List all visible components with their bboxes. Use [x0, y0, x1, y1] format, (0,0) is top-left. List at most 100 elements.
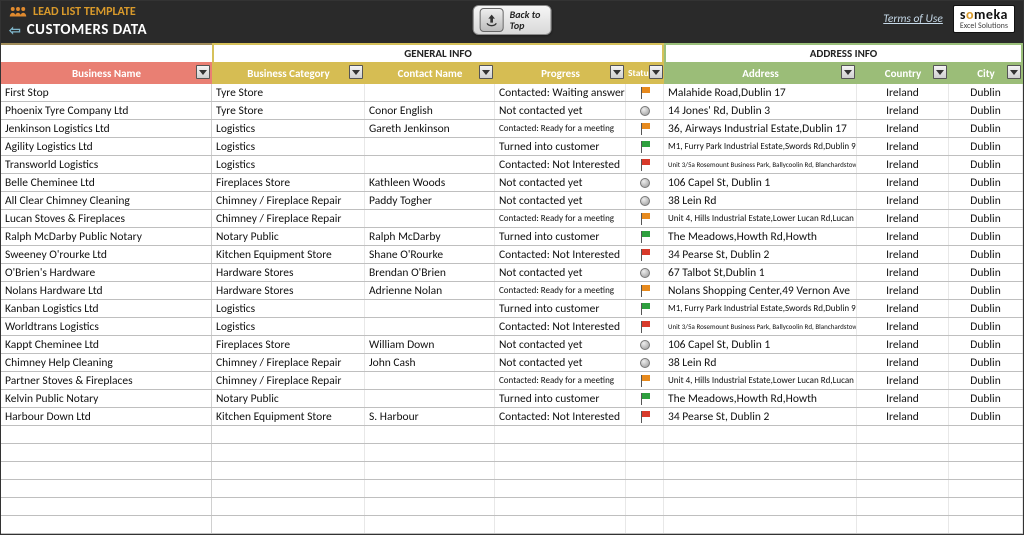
- cell-address[interactable]: M1, Furry Park Industrial Estate,Swords …: [664, 138, 857, 155]
- cell-contact[interactable]: Gareth Jenkinson: [365, 120, 495, 137]
- cell-business[interactable]: Jenkinson Logistics Ltd: [1, 120, 212, 137]
- table-row-empty[interactable]: [1, 516, 1023, 534]
- cell-country[interactable]: Ireland: [857, 246, 949, 263]
- cell-status[interactable]: [626, 138, 664, 155]
- table-row[interactable]: Worldtrans LogisticsLogistics Contacted: …: [1, 318, 1023, 336]
- cell-business[interactable]: Sweeney O'rourke Ltd: [1, 246, 212, 263]
- cell-address[interactable]: 14 Jones' Rd, Dublin 3: [664, 102, 857, 119]
- cell-business[interactable]: Harbour Down Ltd: [1, 408, 212, 425]
- cell-country[interactable]: Ireland: [857, 264, 949, 281]
- cell-business[interactable]: Worldtrans Logistics: [1, 318, 212, 335]
- cell-progress[interactable]: Contacted: Ready for a meeting: [495, 372, 626, 389]
- terms-link[interactable]: Terms of Use: [883, 12, 943, 26]
- back-arrow-icon[interactable]: ⇦: [9, 22, 21, 39]
- cell-country[interactable]: Ireland: [857, 354, 949, 371]
- table-row[interactable]: Transworld LogisticsLogisticsContacted: …: [1, 156, 1023, 174]
- cell-address[interactable]: The Meadows,Howth Rd,Howth: [664, 390, 857, 407]
- cell-contact[interactable]: [365, 210, 495, 227]
- cell-progress[interactable]: Turned into customer: [495, 228, 626, 245]
- cell-city[interactable]: Dublin: [949, 390, 1023, 407]
- cell-address[interactable]: 106 Capel St, Dublin 1: [664, 174, 857, 191]
- table-row[interactable]: All Clear Chimney CleaningChimney / Fire…: [1, 192, 1023, 210]
- cell-business[interactable]: Belle Cheminee Ltd: [1, 174, 212, 191]
- cell-country[interactable]: Ireland: [857, 210, 949, 227]
- cell-address[interactable]: 34 Pearse St, Dublin 2: [664, 408, 857, 425]
- cell-contact[interactable]: [365, 390, 495, 407]
- filter-dropdown[interactable]: [196, 65, 210, 79]
- table-row[interactable]: Chimney Help CleaningChimney / Fireplace…: [1, 354, 1023, 372]
- cell-contact[interactable]: [365, 84, 495, 101]
- cell-business[interactable]: Lucan Stoves & Fireplaces: [1, 210, 212, 227]
- cell-progress[interactable]: Contacted: Not Interested: [495, 246, 626, 263]
- cell-contact[interactable]: Shane O'Rourke: [365, 246, 495, 263]
- cell-status[interactable]: [626, 192, 664, 209]
- cell-progress[interactable]: Turned into customer: [495, 300, 626, 317]
- filter-dropdown[interactable]: [841, 65, 855, 79]
- cell-category[interactable]: Logistics: [212, 318, 365, 335]
- cell-contact[interactable]: S. Harbour: [365, 408, 495, 425]
- cell-country[interactable]: Ireland: [857, 318, 949, 335]
- cell-category[interactable]: Tyre Store: [212, 102, 365, 119]
- cell-country[interactable]: Ireland: [857, 336, 949, 353]
- cell-contact[interactable]: Conor English: [365, 102, 495, 119]
- cell-category[interactable]: Tyre Store: [212, 84, 365, 101]
- cell-country[interactable]: Ireland: [857, 192, 949, 209]
- back-to-top-button[interactable]: Back to Top: [473, 5, 552, 35]
- cell-country[interactable]: Ireland: [857, 120, 949, 137]
- cell-city[interactable]: Dublin: [949, 102, 1023, 119]
- cell-progress[interactable]: Turned into customer: [495, 138, 626, 155]
- table-row[interactable]: Kanban Logistics LtdLogisticsTurned into…: [1, 300, 1023, 318]
- cell-progress[interactable]: Not contacted yet: [495, 102, 626, 119]
- cell-business[interactable]: Phoenix Tyre Company Ltd: [1, 102, 212, 119]
- cell-status[interactable]: [626, 120, 664, 137]
- cell-address[interactable]: M1, Furry Park Industrial Estate,Swords …: [664, 300, 857, 317]
- cell-progress[interactable]: Not contacted yet: [495, 174, 626, 191]
- cell-contact[interactable]: William Down: [365, 336, 495, 353]
- cell-progress[interactable]: Not contacted yet: [495, 336, 626, 353]
- cell-status[interactable]: [626, 300, 664, 317]
- cell-address[interactable]: Unit 4, Hills Industrial Estate,Lower Lu…: [664, 372, 857, 389]
- cell-country[interactable]: Ireland: [857, 84, 949, 101]
- cell-progress[interactable]: Contacted: Ready for a meeting: [495, 210, 626, 227]
- cell-business[interactable]: Partner Stoves & Fireplaces: [1, 372, 212, 389]
- cell-business[interactable]: Kappt Cheminee Ltd: [1, 336, 212, 353]
- table-row-empty[interactable]: [1, 462, 1023, 480]
- table-row[interactable]: Agility Logistics LtdLogisticsTurned int…: [1, 138, 1023, 156]
- cell-contact[interactable]: [365, 156, 495, 173]
- cell-country[interactable]: Ireland: [857, 282, 949, 299]
- cell-business[interactable]: Kanban Logistics Ltd: [1, 300, 212, 317]
- cell-address[interactable]: 34 Pearse St, Dublin 2: [664, 246, 857, 263]
- cell-contact[interactable]: John Cash: [365, 354, 495, 371]
- cell-city[interactable]: Dublin: [949, 354, 1023, 371]
- filter-dropdown[interactable]: [1007, 65, 1021, 79]
- cell-address[interactable]: The Meadows,Howth Rd,Howth: [664, 228, 857, 245]
- cell-business[interactable]: Nolans Hardware Ltd: [1, 282, 212, 299]
- cell-category[interactable]: Chimney / Fireplace Repair: [212, 192, 365, 209]
- cell-address[interactable]: Malahide Road,Dublin 17: [664, 84, 857, 101]
- cell-progress[interactable]: Not contacted yet: [495, 264, 626, 281]
- cell-progress[interactable]: Not contacted yet: [495, 192, 626, 209]
- cell-country[interactable]: Ireland: [857, 300, 949, 317]
- cell-city[interactable]: Dublin: [949, 138, 1023, 155]
- cell-address[interactable]: 38 Lein Rd: [664, 192, 857, 209]
- cell-city[interactable]: Dublin: [949, 156, 1023, 173]
- table-row[interactable]: Kelvin Public NotaryNotary PublicTurned …: [1, 390, 1023, 408]
- cell-business[interactable]: Transworld Logistics: [1, 156, 212, 173]
- cell-city[interactable]: Dublin: [949, 228, 1023, 245]
- cell-contact[interactable]: Paddy Togher: [365, 192, 495, 209]
- table-row-empty[interactable]: [1, 480, 1023, 498]
- cell-business[interactable]: First Stop: [1, 84, 212, 101]
- filter-dropdown[interactable]: [933, 65, 947, 79]
- filter-dropdown[interactable]: [649, 65, 663, 79]
- cell-progress[interactable]: Not contacted yet: [495, 354, 626, 371]
- cell-status[interactable]: [626, 210, 664, 227]
- cell-country[interactable]: Ireland: [857, 156, 949, 173]
- cell-city[interactable]: Dublin: [949, 246, 1023, 263]
- cell-category[interactable]: Logistics: [212, 156, 365, 173]
- cell-status[interactable]: [626, 264, 664, 281]
- cell-category[interactable]: Kitchen Equipment Store: [212, 408, 365, 425]
- cell-progress[interactable]: Turned into customer: [495, 390, 626, 407]
- cell-contact[interactable]: [365, 300, 495, 317]
- cell-address[interactable]: 106 Capel St, Dublin 1: [664, 336, 857, 353]
- cell-progress[interactable]: Contacted: Not Interested: [495, 318, 626, 335]
